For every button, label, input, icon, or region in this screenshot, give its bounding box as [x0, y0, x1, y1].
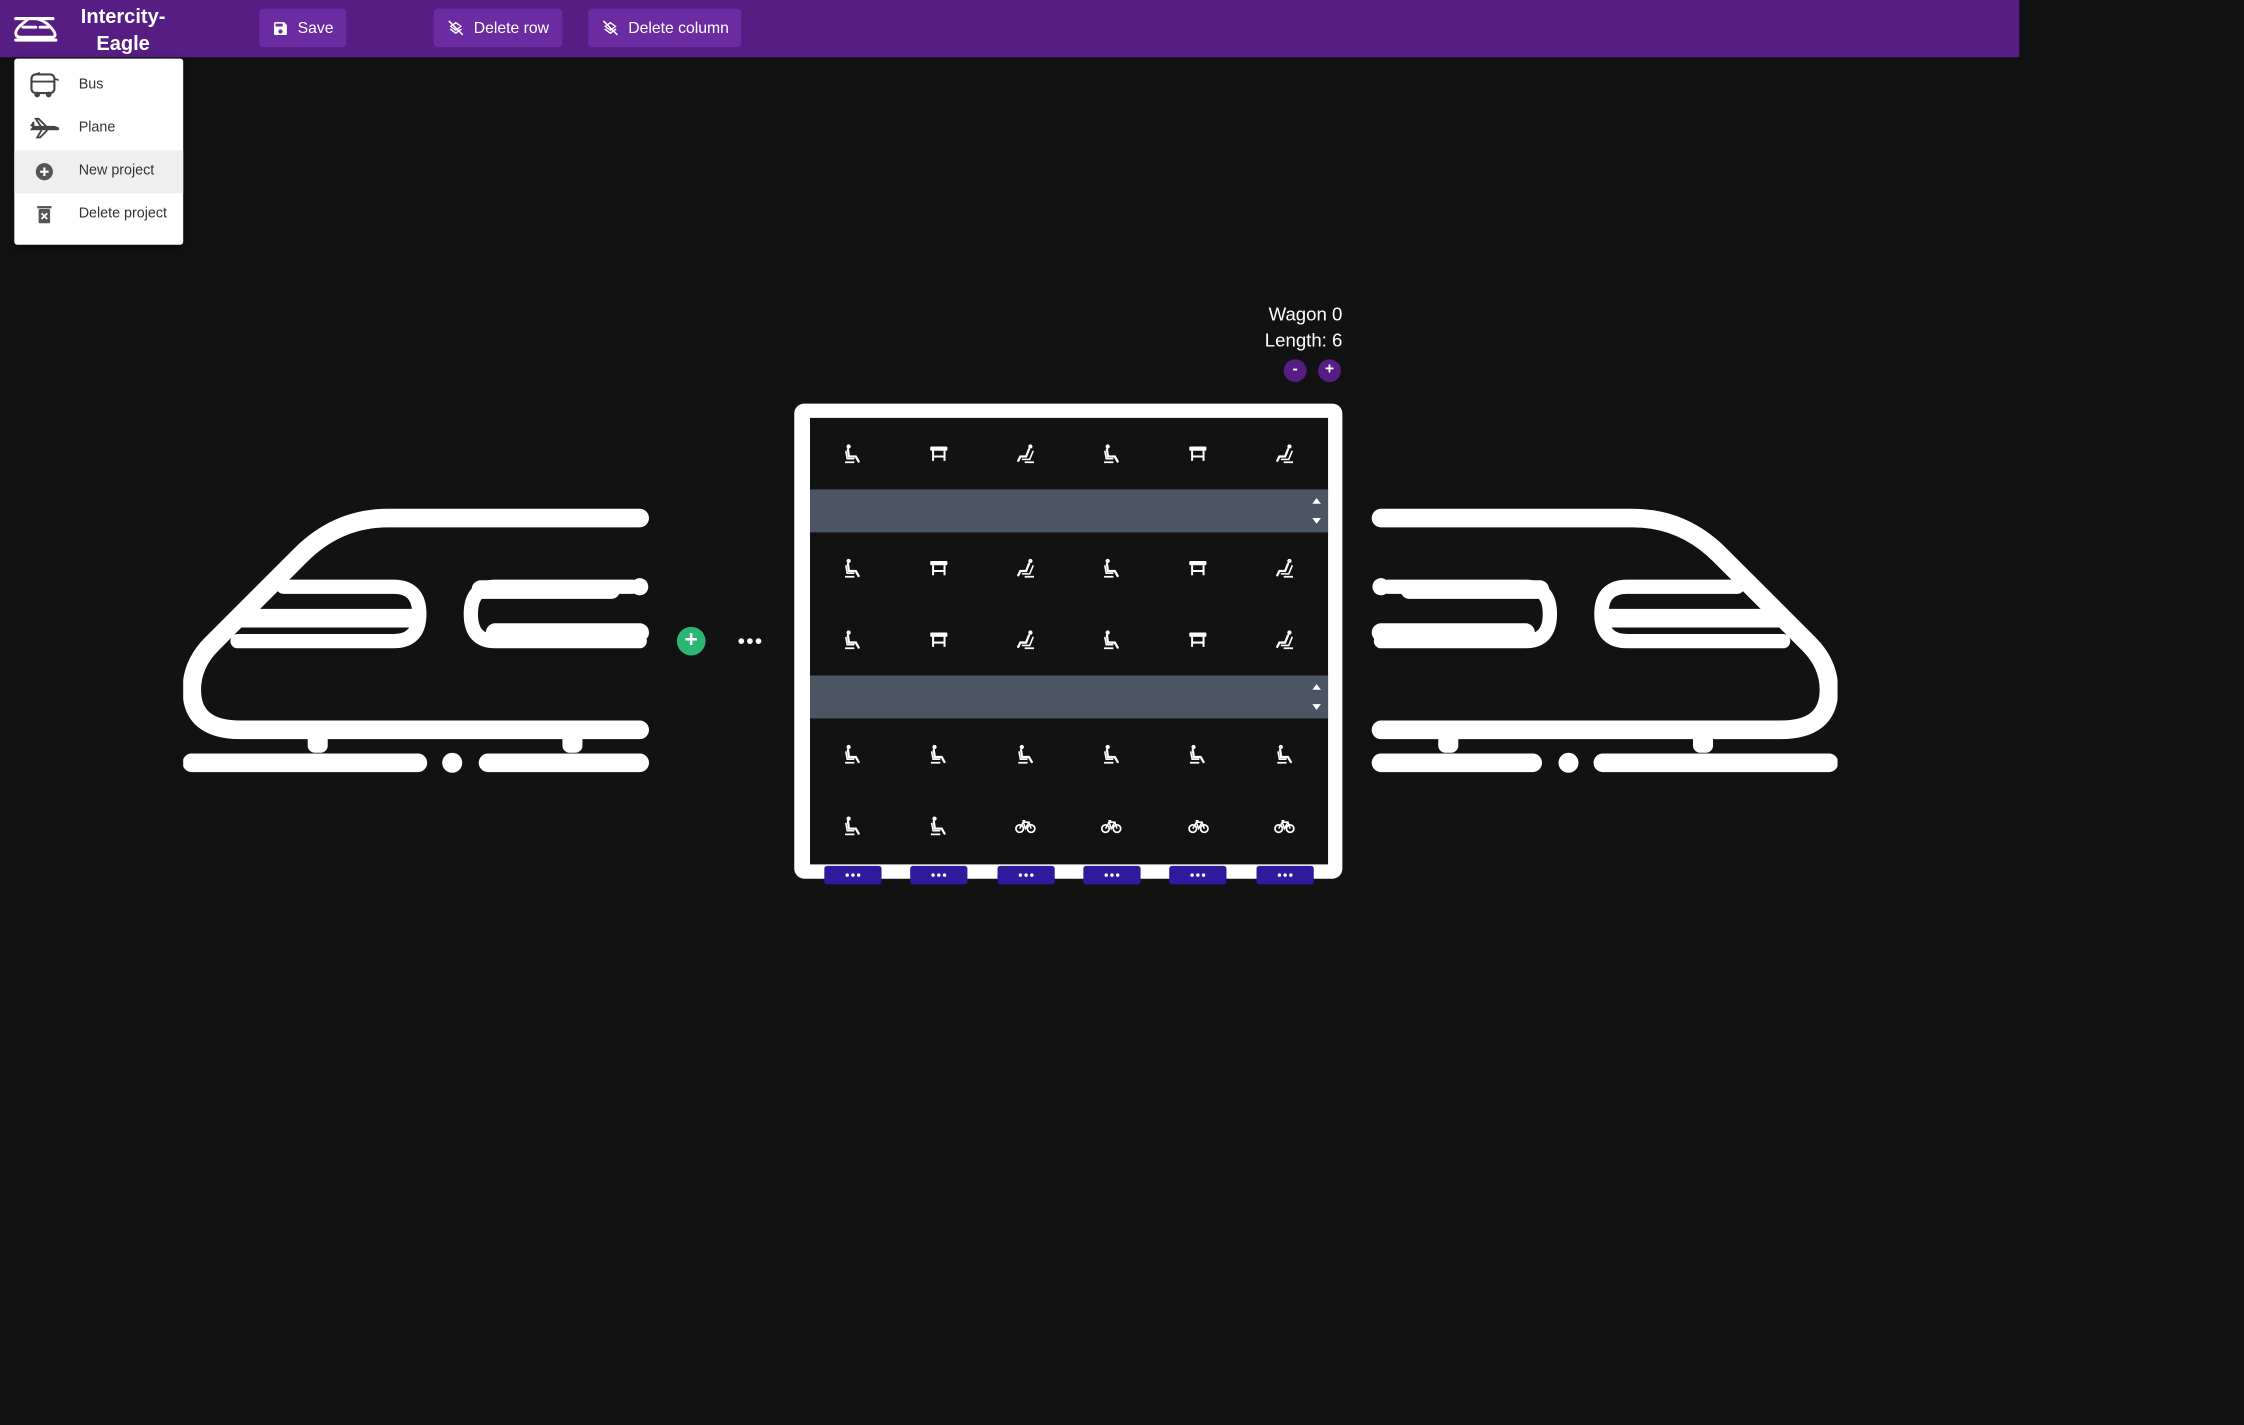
seat-recline-icon[interactable]: [983, 718, 1069, 790]
more-horizontal-icon: [1190, 873, 1206, 877]
seat-lounge-icon[interactable]: [983, 418, 1069, 490]
bicycle-icon[interactable]: [1069, 790, 1155, 862]
bicycle-icon[interactable]: [1241, 790, 1327, 862]
arrow-down-icon[interactable]: [1311, 515, 1322, 526]
seat-recline-icon[interactable]: [1241, 718, 1327, 790]
seat-recline-icon[interactable]: [810, 532, 896, 604]
menu-item-label: Delete project: [78, 206, 168, 222]
table-icon[interactable]: [1155, 532, 1241, 604]
column-options-button[interactable]: [1083, 865, 1141, 885]
seat-recline-icon[interactable]: [896, 718, 982, 790]
delete-row-button[interactable]: Delete row: [433, 8, 562, 48]
menu-item-label: New project: [78, 163, 155, 179]
app-title: Intercity- Eagle: [74, 3, 171, 57]
seat-recline-icon[interactable]: [1069, 718, 1155, 790]
seat-row: [810, 790, 1328, 862]
seat-recline-icon[interactable]: [810, 718, 896, 790]
seat-row: [810, 604, 1328, 676]
aisle-row[interactable]: [810, 675, 1329, 719]
save-button[interactable]: Save: [259, 8, 347, 48]
seat-recline-icon[interactable]: [1069, 604, 1155, 676]
seat-row: [810, 418, 1328, 490]
menu-item-plane[interactable]: Plane: [14, 107, 183, 150]
seat-lounge-icon[interactable]: [1241, 418, 1327, 490]
app-title-line2: Eagle: [96, 31, 150, 55]
column-options-button[interactable]: [1255, 865, 1314, 885]
arrow-up-icon[interactable]: [1311, 495, 1322, 506]
table-icon[interactable]: [896, 604, 982, 676]
seat-lounge-icon[interactable]: [983, 532, 1069, 604]
more-horizontal-icon: [1018, 873, 1033, 877]
table-icon[interactable]: [1155, 604, 1241, 676]
wagon-length: Length: 6: [1264, 329, 1343, 351]
top-app-bar: Intercity- Eagle Save Delete row Delete …: [0, 0, 2020, 58]
menu-item-label: Bus: [78, 77, 104, 94]
trash-icon: [29, 200, 60, 229]
menu-item-bus[interactable]: Bus: [14, 64, 183, 107]
more-horizontal-icon: [845, 873, 861, 877]
seat-recline-icon[interactable]: [1069, 418, 1155, 490]
seat-recline-icon[interactable]: [1069, 532, 1155, 604]
column-options-button[interactable]: [824, 865, 882, 885]
column-options-button[interactable]: [996, 865, 1055, 885]
wagon-name: Wagon 0: [1268, 303, 1343, 325]
bicycle-icon[interactable]: [983, 790, 1069, 862]
seat-recline-icon[interactable]: [810, 418, 896, 490]
layers-off-icon: [602, 20, 618, 36]
arrow-down-icon[interactable]: [1311, 701, 1322, 712]
seat-row: [810, 718, 1328, 790]
plane-icon: [29, 114, 60, 143]
app-title-line1: Intercity-: [80, 4, 166, 28]
seat-lounge-icon[interactable]: [1241, 532, 1327, 604]
increase-length-button[interactable]: +: [1318, 359, 1341, 383]
menu-item-delete-project[interactable]: Delete project: [14, 193, 183, 236]
project-menu: Bus Plane New project Delete project: [14, 58, 184, 245]
seat-recline-icon[interactable]: [896, 790, 982, 862]
delete-row-label: Delete row: [473, 19, 549, 37]
seat-lounge-icon[interactable]: [983, 604, 1069, 676]
seat-lounge-icon[interactable]: [1241, 604, 1327, 676]
save-label: Save: [297, 19, 334, 37]
more-horizontal-icon: [1104, 873, 1120, 877]
seat-recline-icon[interactable]: [810, 790, 896, 862]
train-logo-icon[interactable]: [13, 13, 59, 52]
train-front-left-icon: [183, 508, 650, 773]
column-options-button[interactable]: [1169, 865, 1227, 885]
table-icon[interactable]: [896, 418, 982, 490]
aisle-row[interactable]: [810, 489, 1329, 533]
wagon-info: Wagon 0 Length: 6: [1242, 302, 1343, 354]
add-circle-icon: [29, 157, 60, 186]
more-horizontal-icon[interactable]: [736, 627, 765, 656]
seat-recline-icon[interactable]: [810, 604, 896, 676]
seat-recline-icon[interactable]: [1155, 718, 1241, 790]
table-icon[interactable]: [896, 532, 982, 604]
bicycle-icon[interactable]: [1155, 790, 1241, 862]
seat-row: [810, 532, 1328, 604]
table-icon[interactable]: [1155, 418, 1241, 490]
bus-icon: [29, 72, 60, 101]
column-options-button[interactable]: [910, 865, 968, 885]
more-horizontal-icon: [931, 873, 947, 877]
layers-off-icon: [448, 20, 464, 36]
decrease-length-button[interactable]: -: [1283, 359, 1307, 383]
add-wagon-button[interactable]: +: [676, 626, 706, 656]
delete-column-label: Delete column: [628, 19, 729, 37]
menu-item-label: Plane: [78, 120, 116, 136]
arrow-up-icon[interactable]: [1311, 681, 1322, 692]
delete-column-button[interactable]: Delete column: [588, 8, 742, 48]
train-front-right-icon: [1371, 508, 1838, 773]
menu-item-new-project[interactable]: New project: [14, 150, 184, 194]
save-icon: [274, 21, 287, 35]
more-horizontal-icon: [1276, 873, 1292, 877]
